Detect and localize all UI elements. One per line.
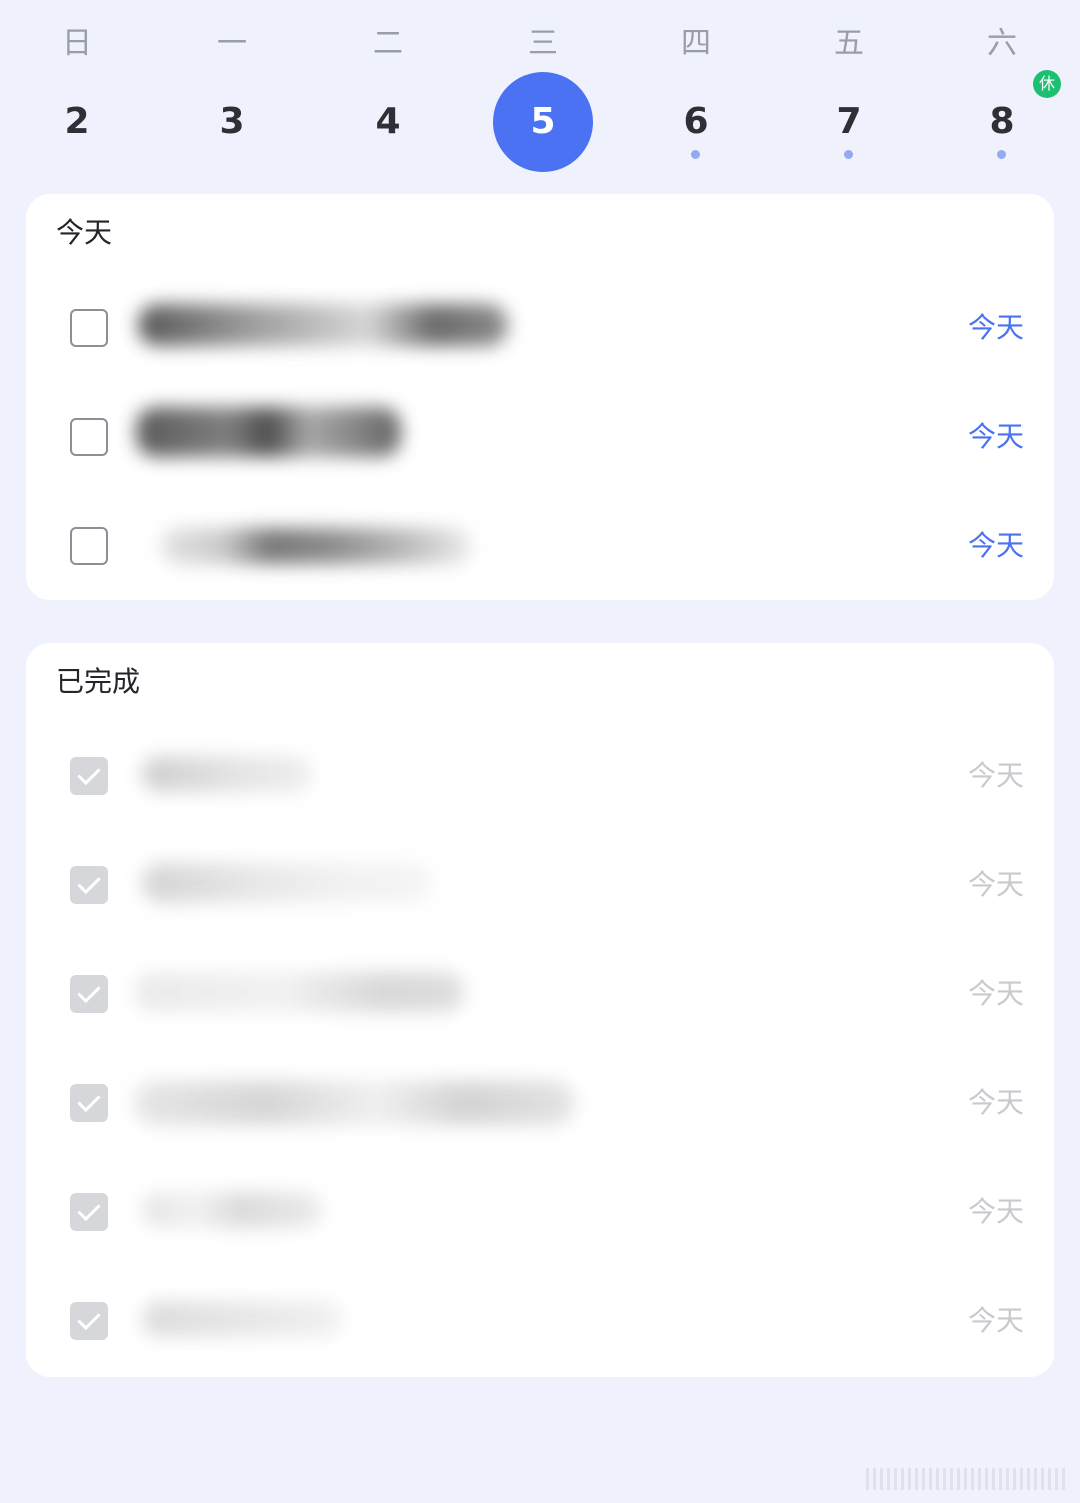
task-row[interactable]: 今天	[26, 280, 1054, 380]
holiday-badge: 休	[1033, 70, 1061, 98]
event-dot	[691, 150, 700, 159]
due-label[interactable]: 今天	[968, 310, 1024, 346]
day-column-sun[interactable]: 日 2	[0, 0, 154, 190]
completed-task-row[interactable]: 今天	[26, 728, 1054, 828]
redacted-task-text	[142, 1301, 342, 1337]
task-checkbox-checked[interactable]	[70, 1302, 108, 1340]
weekday-label: 六	[987, 26, 1017, 61]
task-checkbox[interactable]	[70, 418, 108, 456]
due-label[interactable]: 今天	[968, 758, 1024, 794]
completed-task-row[interactable]: 今天	[26, 1273, 1054, 1373]
section-title-completed: 已完成	[56, 665, 141, 698]
day-column-thu[interactable]: 四 6	[619, 0, 773, 190]
weekday-label: 日	[62, 26, 92, 61]
completed-task-row[interactable]: 今天	[26, 946, 1054, 1046]
weekday-label: 二	[373, 26, 403, 61]
weekday-label: 四	[681, 26, 711, 61]
completed-task-row[interactable]: 今天	[26, 1164, 1054, 1264]
completed-task-row[interactable]: 今天	[26, 837, 1054, 937]
section-title-today: 今天	[56, 216, 113, 249]
date-number[interactable]: 3	[182, 72, 282, 172]
redacted-task-text	[136, 407, 401, 457]
event-dot	[997, 150, 1006, 159]
task-checkbox-checked[interactable]	[70, 757, 108, 795]
task-checkbox-checked[interactable]	[70, 1084, 108, 1122]
day-column-tue[interactable]: 二 4	[311, 0, 465, 190]
event-dot	[844, 150, 853, 159]
day-column-fri[interactable]: 五 7	[772, 0, 926, 190]
due-label[interactable]: 今天	[968, 528, 1024, 564]
task-checkbox[interactable]	[70, 527, 108, 565]
redacted-task-text	[134, 972, 464, 1012]
date-number[interactable]: 2	[27, 72, 127, 172]
due-label[interactable]: 今天	[968, 976, 1024, 1012]
task-checkbox-checked[interactable]	[70, 975, 108, 1013]
watermark-strip	[866, 1468, 1066, 1490]
selected-date-number[interactable]: 5	[493, 72, 593, 172]
day-column-mon[interactable]: 一 3	[155, 0, 309, 190]
redacted-task-text	[134, 1081, 574, 1125]
redacted-task-text	[142, 756, 312, 792]
task-row[interactable]: 今天	[26, 498, 1054, 598]
due-label[interactable]: 今天	[968, 1194, 1024, 1230]
redacted-task-text	[161, 528, 471, 564]
day-column-sat[interactable]: 六 8 休	[925, 0, 1079, 190]
today-card: 今天 今天 今天 今天	[26, 194, 1054, 600]
completed-card: 已完成 今天 今天 今天 今天 今天 今天	[26, 643, 1054, 1377]
weekday-label: 五	[834, 26, 864, 61]
task-checkbox-checked[interactable]	[70, 866, 108, 904]
task-checkbox[interactable]	[70, 309, 108, 347]
weekday-label: 三	[528, 26, 558, 61]
due-label[interactable]: 今天	[968, 867, 1024, 903]
task-row[interactable]: 今天	[26, 389, 1054, 489]
completed-task-row[interactable]: 今天	[26, 1055, 1054, 1155]
task-checkbox-checked[interactable]	[70, 1193, 108, 1231]
week-strip: 日 2 一 3 二 4 三 5 四 6 五 7 六 8 休	[0, 0, 1080, 190]
weekday-label: 一	[217, 26, 247, 61]
due-label[interactable]: 今天	[968, 419, 1024, 455]
redacted-task-text	[138, 304, 508, 346]
redacted-task-text	[142, 1192, 322, 1228]
day-column-wed[interactable]: 三 5	[466, 0, 620, 190]
due-label[interactable]: 今天	[968, 1303, 1024, 1339]
date-number[interactable]: 4	[338, 72, 438, 172]
redacted-task-text	[142, 863, 432, 903]
due-label[interactable]: 今天	[968, 1085, 1024, 1121]
